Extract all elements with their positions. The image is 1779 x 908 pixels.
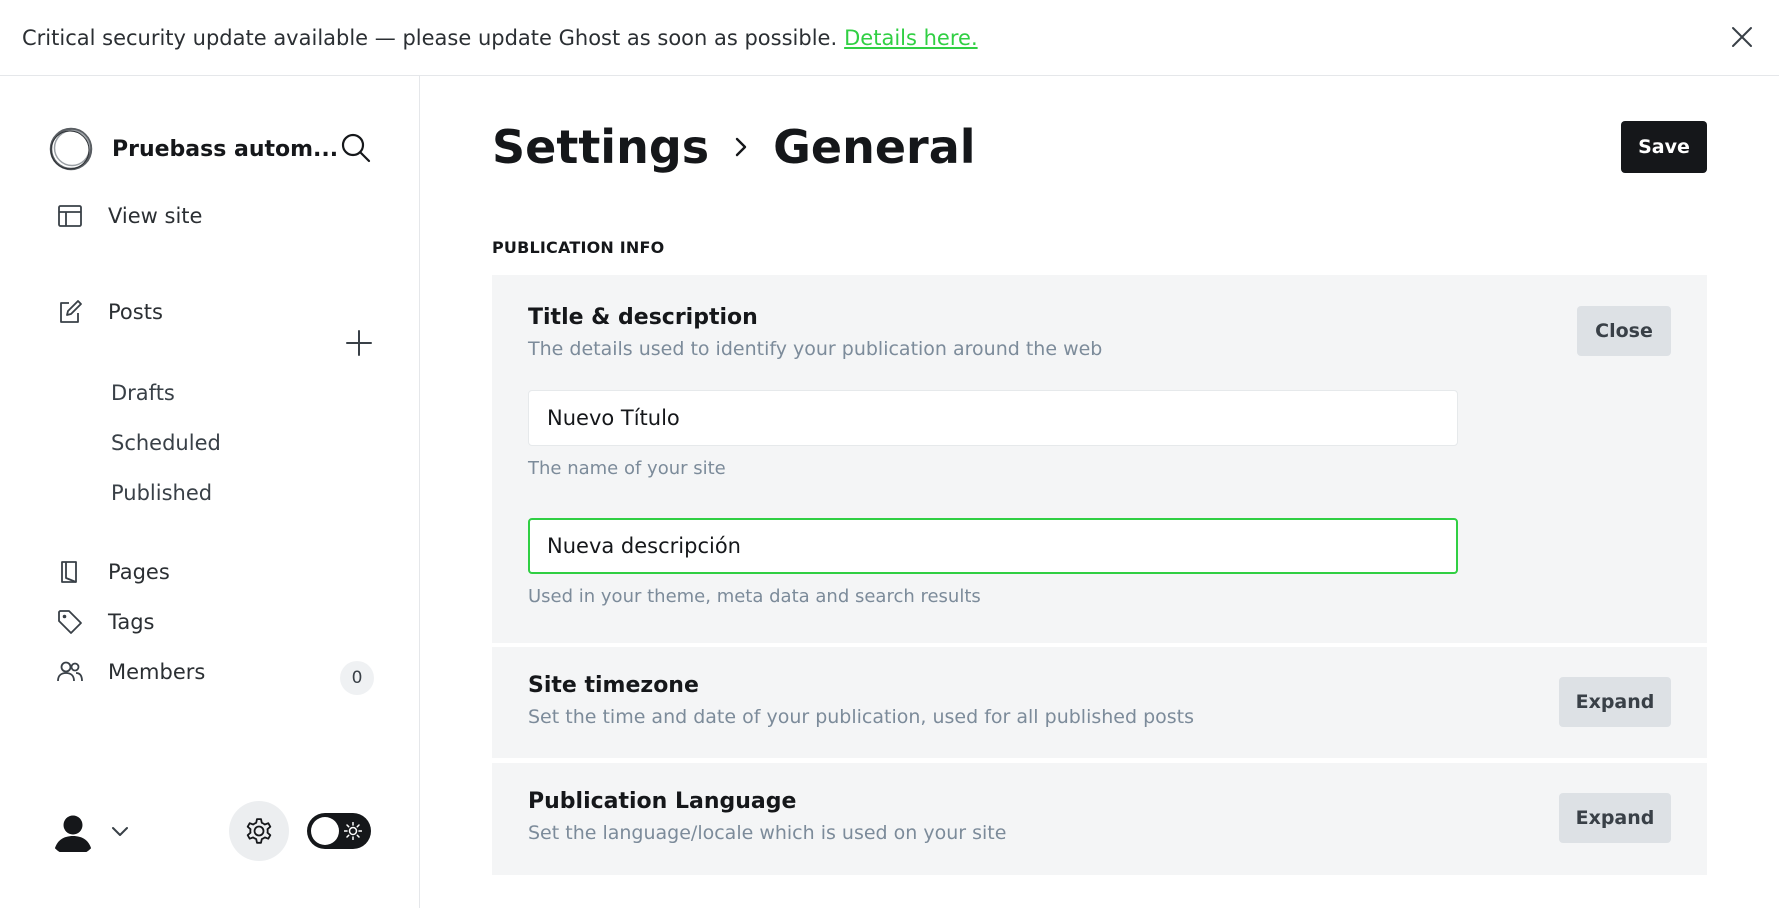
toggle-knob	[311, 817, 339, 845]
user-icon	[48, 806, 98, 856]
settings-button[interactable]	[229, 801, 289, 861]
section-title: PUBLICATION INFO	[492, 238, 665, 257]
tag-icon	[58, 610, 82, 634]
avatar[interactable]	[48, 806, 98, 856]
site-title-hint: The name of your site	[528, 458, 726, 479]
sidebar-item-label: Posts	[108, 300, 163, 324]
panel-title: Site timezone	[528, 673, 699, 698]
book-icon	[61, 561, 77, 583]
theme-toggle[interactable]	[307, 813, 371, 849]
sidebar: Pruebass autom... View site Posts Drafts…	[0, 76, 420, 908]
title-description-panel: Title & description The details used to …	[492, 275, 1707, 643]
save-button[interactable]: Save	[1621, 121, 1707, 173]
panel-title: Title & description	[528, 305, 758, 330]
chevron-down-icon[interactable]	[110, 821, 130, 841]
edit-icon	[60, 300, 82, 323]
publication-language-panel: Publication Language Set the language/lo…	[492, 763, 1707, 875]
search-icon[interactable]	[338, 130, 374, 166]
sidebar-item-tags[interactable]: Tags	[56, 608, 155, 636]
site-description-input[interactable]	[528, 518, 1458, 574]
expand-timezone-button[interactable]: Expand	[1559, 677, 1671, 727]
sidebar-item-label: View site	[108, 204, 203, 228]
banner-message: Critical security update available — ple…	[22, 25, 838, 50]
panel-title: Publication Language	[528, 789, 797, 814]
panel-description: Set the time and date of your publicatio…	[528, 706, 1195, 728]
site-description-hint: Used in your theme, meta data and search…	[528, 586, 981, 607]
site-timezone-panel: Site timezone Set the time and date of y…	[492, 647, 1707, 758]
page-title: General	[773, 120, 976, 174]
layout-icon	[58, 205, 82, 227]
sidebar-item-pages[interactable]: Pages	[56, 558, 170, 586]
expand-language-button[interactable]: Expand	[1559, 793, 1671, 843]
sidebar-item-label: Members	[108, 660, 206, 684]
close-icon[interactable]	[1727, 22, 1757, 52]
site-logo-icon	[49, 127, 93, 171]
gear-icon	[246, 818, 272, 844]
members-icon	[57, 661, 83, 682]
plus-icon[interactable]	[344, 328, 374, 358]
members-count-badge: 0	[340, 661, 374, 695]
breadcrumb: Settings General	[492, 120, 976, 174]
banner-details-link[interactable]: Details here.	[844, 26, 977, 50]
sidebar-item-posts[interactable]: Posts	[56, 298, 163, 326]
site-name: Pruebass autom...	[112, 136, 339, 162]
chevron-right-icon	[735, 137, 747, 157]
sidebar-item-label: Tags	[108, 610, 155, 634]
sidebar-item-view-site[interactable]: View site	[56, 202, 202, 230]
sidebar-item-label: Pages	[108, 560, 170, 584]
breadcrumb-settings[interactable]: Settings	[492, 120, 709, 174]
sidebar-item-members[interactable]: Members	[56, 658, 205, 686]
close-button[interactable]: Close	[1577, 306, 1671, 356]
panel-description: Set the language/locale which is used on…	[528, 822, 1007, 844]
site-brand[interactable]: Pruebass autom...	[48, 126, 338, 172]
sidebar-item-drafts[interactable]: Drafts	[111, 381, 175, 405]
site-title-input[interactable]	[528, 390, 1458, 446]
main-content: Settings General Save PUBLICATION INFO T…	[421, 76, 1779, 908]
sun-icon	[344, 822, 362, 840]
panel-description: The details used to identify your public…	[528, 338, 1103, 360]
sidebar-item-scheduled[interactable]: Scheduled	[111, 431, 221, 455]
security-update-banner: Critical security update available — ple…	[0, 0, 1779, 76]
sidebar-item-published[interactable]: Published	[111, 481, 212, 505]
